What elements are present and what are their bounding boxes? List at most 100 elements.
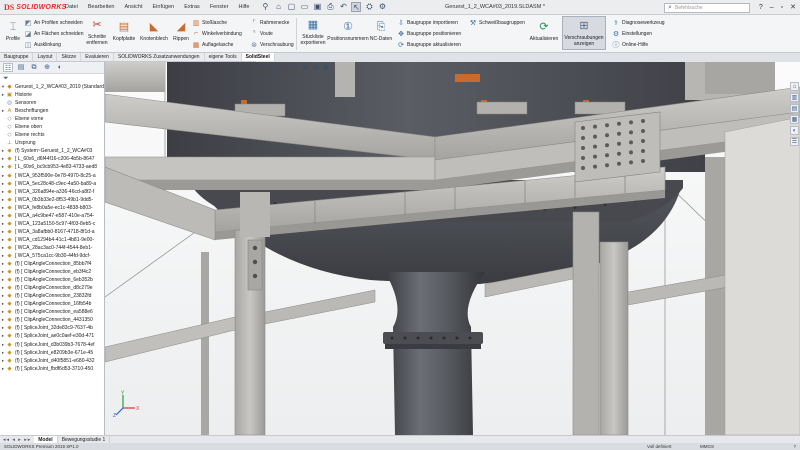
item-numbers-button[interactable]: ① Positionsnummern [327,21,368,43]
tree-item[interactable]: ▸ ◆ (f) [ ClipAngleConnection_d8c279e [0,284,104,292]
tree-item[interactable]: ▸ ◆[ WCA_326a894e-a336-46cd-a8f2-f [0,188,104,196]
tree-item[interactable]: ◇ Ebene oben [0,123,104,131]
head-plate-button[interactable]: ▤ Kopfplatte [110,21,138,43]
tree-item[interactable]: ▸ ◆[ WCA_a4c9be47-e587-410e-a754- [0,212,104,220]
status-units[interactable]: MMGS [700,444,714,449]
filter-icon[interactable]: ⏷ [0,74,104,83]
tree-item[interactable]: ▸ ◆ (f) [ ClipAngleConnection_23832fd [0,292,104,300]
tree-item[interactable]: ▸ ◆ (f) [ ClipAngleConnection_ea588e6 [0,308,104,316]
tree-item[interactable]: ▸ ◆ (f) [ SpliceJoint_ae0c0aef-e30d-471 [0,332,104,340]
maximize-icon[interactable]: ▫ [781,0,783,15]
export-bom-button[interactable]: ▦ Stückliste exportieren [298,19,328,46]
import-assembly-button[interactable]: ⇩ Baugruppe importieren [397,18,458,27]
tree-item[interactable]: ▸ ◆[ WCA_28ac3ac0-744f-4544-8eb1- [0,244,104,252]
rib-button[interactable]: ◢ Rippen [170,21,192,43]
menu-hilfe[interactable]: Hilfe [233,0,254,15]
section-view-icon[interactable]: ◧ [273,63,280,71]
scene-icon[interactable]: ▣ [322,63,329,71]
appearance-icon[interactable]: ◍ [312,63,318,71]
cut-at-faces-button[interactable]: ◪ An Flächen schneiden [24,29,84,38]
appearances-icon[interactable]: ◐ [790,126,799,135]
tree-item[interactable]: ▸ ◆[ WCA_0b3b33e2-8f53-49b1-9dd5- [0,196,104,204]
custom-properties-icon[interactable]: ☰ [790,137,799,146]
settings-button[interactable]: ⚙ Einstellungen [612,29,652,38]
tab-solidsteel[interactable]: SolidSteel [241,53,275,61]
graphics-viewport[interactable]: ⌕ ⊡ ↺ ◧ ⬚ ◑ ◉ ◍ ▣ ⌂ ▥ ▤ ▦ ◐ ☰ X Y Z [105,62,800,435]
update-button[interactable]: ⟳ Aktualisieren [526,21,562,43]
resources-icon[interactable]: ⌂ [790,82,799,91]
tree-item[interactable]: ▸ ◆ (f) [ ClipAngleConnection_6eb352b [0,276,104,284]
file-explorer-icon[interactable]: ▤ [790,104,799,113]
tree-item[interactable]: ▸ ◆[ WCA_3a8afbb0-8167-4718-8f1d-a [0,228,104,236]
tree-item[interactable]: ▸ ◆ (f) [ SpliceJoint_32de83c9-7637-4b [0,324,104,332]
display-style-icon[interactable]: ◑ [294,63,298,71]
status-help[interactable]: ? [793,444,796,449]
notch-button[interactable]: ◫ Ausklinkung [24,40,61,49]
tree-item[interactable]: ◇ Ebene vorne [0,115,104,123]
view-palette-icon[interactable]: ▦ [790,115,799,124]
tree-item[interactable]: ▸ ◆[ WCA_fe8b0a5e-ec1c-4838-b803- [0,204,104,212]
minimize-icon[interactable]: – [770,0,774,15]
position-assembly-button[interactable]: ✥ Baugruppe positionieren [397,29,461,38]
butt-plate-button[interactable]: ▥ Stoßlasche [192,18,227,27]
rebuild-icon[interactable]: ⛭ [364,2,374,12]
weld-assemblies-button[interactable]: ⚒ Schweißbaugruppen [469,18,525,27]
tree-item[interactable]: ▸ ◆[ WCA_123a5150-5c97-4f03-8eb5-c [0,220,104,228]
tree-item[interactable]: ▸ ◆[ WCA_cd1294b4-41c1-4b81-9e00- [0,236,104,244]
zoom-area-icon[interactable]: ⊡ [253,63,259,71]
tree-item[interactable]: ⊥ Ursprung [0,139,104,147]
eave-button[interactable]: ⌝ Voute [250,29,272,38]
tree-item[interactable]: ▸ ▣ Historie [0,91,104,99]
bolting-button[interactable]: ⊛ Verschraubung [250,40,294,49]
tab-scroll-arrows-icon[interactable]: ◂◂ ◂ ▸ ▸▸ [0,437,34,443]
support-plate-button[interactable]: ▦ Auflagelasche [192,40,234,49]
tree-item[interactable]: ▸ ◆ (f) [ SpliceJoint_e8209b3e-671e-45 [0,349,104,357]
pin-icon[interactable]: ⚲ [260,2,270,12]
update-assembly-button[interactable]: ⟳ Baugruppe aktualisieren [397,40,461,49]
hide-show-icon[interactable]: ◉ [302,63,308,71]
property-manager-tab-icon[interactable]: ▤ [16,63,26,72]
tree-item[interactable]: ◇ Ebene rechts [0,131,104,139]
open-folder-icon[interactable]: ▭ [299,2,309,12]
home-icon[interactable]: ⌂ [273,2,283,12]
remove-cuts-button[interactable]: ✂ Schnitte entfernen [84,19,110,46]
cut-at-profiles-button[interactable]: ◩ An Profilen schneiden [24,18,83,27]
select-arrow-icon[interactable]: ↖ [351,2,362,12]
undo-icon[interactable]: ↶ [338,2,348,12]
print-icon[interactable]: ⎙ [325,2,335,12]
command-search[interactable]: ⌕ Befehlsuche [664,3,750,13]
tree-item[interactable]: ▸ A Beschriftungen [0,107,104,115]
tree-item[interactable]: ▸ ◆[ L_60x6_d6f44f16-c206-4b5b-8647 [0,155,104,163]
tree-item[interactable]: ▸ ◆ (f) [ ClipAngleConnection_85bb7f4 [0,260,104,268]
angle-connection-button[interactable]: ⌐ Winkelverbindung [192,29,242,38]
tab-skizze[interactable]: Skizze [57,53,82,61]
online-help-button[interactable]: ⓘ Online-Hilfe [612,40,649,49]
menu-fenster[interactable]: Fenster [205,0,234,15]
menu-ansicht[interactable]: Ansicht [119,0,147,15]
tab-zusatzanwendungen[interactable]: SOLIDWORKS Zusatzanwendungen [114,53,205,61]
tree-item[interactable]: ▸ ◆ (f) [ SpliceJoint_d3b039b3-7678-4ef [0,341,104,349]
configuration-tab-icon[interactable]: ⧉ [29,63,39,72]
design-library-icon[interactable]: ▥ [790,93,799,102]
menu-einfuegen[interactable]: Einfügen [148,0,180,15]
close-icon[interactable]: ✕ [790,0,796,15]
tree-item[interactable]: ▸ ◆ (f) [ ClipAngleConnection_eb3f4c2 [0,268,104,276]
tree-item[interactable]: ▸ ◆ (f) System~Geruest_1_2_WCA#03 [0,147,104,155]
tree-item[interactable]: ▸ ◆ (f) [ SpliceJoint_d40f5851-e680-432 [0,357,104,365]
profile-button[interactable]: ⌶ Profile [2,21,24,43]
help-icon[interactable]: ? [759,0,763,15]
dimxpert-tab-icon[interactable]: ⊕ [42,63,52,72]
show-bolts-button[interactable]: ⊞ Verschraubungen anzeigen [562,16,606,50]
tree-item[interactable]: ▸ ◆ (f) [ ClipAngleConnection_16fb54b [0,300,104,308]
frame-corner-button[interactable]: ⌜ Rahmenecke [250,18,289,27]
new-document-icon[interactable]: ▢ [286,2,296,12]
nc-data-button[interactable]: ⎘ NC-Daten [368,21,394,43]
tree-item[interactable]: ▸ ◆[ WCA_5ec28c48-c9ec-4a50-ba89-a [0,180,104,188]
search-input[interactable]: Befehlsuche [675,5,703,11]
gusset-button[interactable]: ◣ Knotenblech [138,21,170,43]
tab-eigene-tools[interactable]: eigene Tools [205,53,242,61]
diagnose-tool-button[interactable]: ⚕ Diagnosewerkzeug [612,18,664,27]
menu-bearbeiten[interactable]: Bearbeiten [83,0,120,15]
tab-layout[interactable]: Layout [33,53,58,61]
tree-item[interactable]: ▸ ◆ (f) [ SpliceJoint_fbdf6d53-3710-450 [0,365,104,373]
